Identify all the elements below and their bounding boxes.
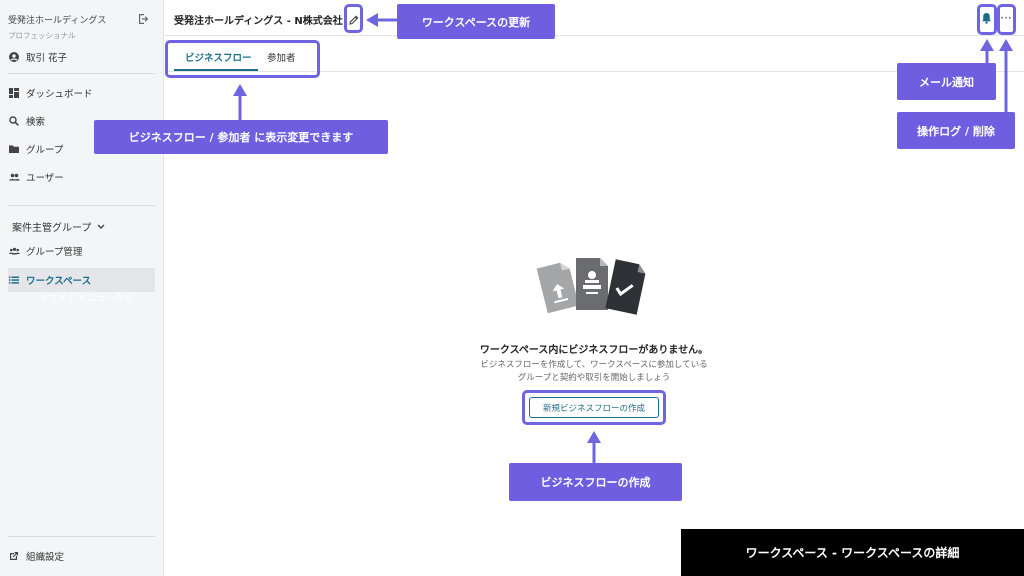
sidebar-divider	[8, 73, 155, 74]
callout-tabs: ビジネスフロー / 参加者 に表示変更できます	[94, 120, 388, 154]
highlight-create	[522, 390, 666, 425]
callout-operation-log: 操作ログ / 削除	[897, 112, 1015, 149]
sidebar-item-dashboard[interactable]: ダッシュボード	[8, 83, 93, 103]
dashboard-icon	[8, 87, 20, 99]
sidebar-item-label: ワークスペース	[26, 276, 92, 287]
sidebar-item-group-management[interactable]: グループ管理	[8, 241, 82, 261]
callout-create-flow: ビジネスフローの作成	[509, 463, 682, 501]
highlight-tabs	[165, 40, 320, 78]
sidebar-item-label: グループ管理	[26, 247, 83, 258]
sidebar-item-label: 組織設定	[26, 552, 65, 563]
user-menu[interactable]: 取引 花子	[8, 47, 67, 67]
workspace-header: 受発注ホールディングス - N株式会社 ···	[164, 0, 1024, 36]
sidebar-item-users[interactable]: ユーザー	[8, 167, 64, 187]
sidebar-item-group[interactable]: グループ	[8, 139, 63, 159]
group-selector[interactable]: 案件主管グループ	[12, 219, 105, 234]
user-circle-icon	[8, 51, 20, 63]
users-icon	[8, 171, 20, 183]
callout-workspace-update: ワークスペースの更新	[397, 4, 555, 39]
sidebar-item-workspace[interactable]: ワークスペース	[8, 270, 91, 290]
empty-state-illustration	[536, 254, 648, 316]
user-name: 取引 花子	[26, 53, 68, 64]
search-icon	[8, 115, 20, 127]
sidebar-item-org-settings[interactable]: 組織設定	[8, 546, 64, 566]
group-header: 案件主管グループ	[12, 223, 92, 234]
page-title: 受発注ホールディングス - N株式会社	[174, 16, 343, 27]
sidebar-divider	[8, 536, 155, 537]
folder-icon	[8, 143, 20, 155]
group-management-icon	[8, 245, 20, 257]
faded-instruction-text: ①サイドメニューから	[40, 293, 135, 304]
empty-state-description-line2: グループと契約や取引を開始しましょう	[517, 373, 671, 383]
list-icon	[8, 274, 20, 286]
highlight-edit	[344, 4, 363, 33]
sidebar-item-search[interactable]: 検索	[8, 111, 45, 131]
sidebar-item-label: グループ	[26, 145, 64, 156]
highlight-more	[997, 4, 1016, 35]
slide-caption: ワークスペース - ワークスペースの詳細	[681, 529, 1024, 576]
org-name: 受発注ホールディングス	[8, 16, 107, 26]
sidebar-item-label: ユーザー	[26, 173, 64, 184]
sidebar-item-label: ダッシュボード	[26, 89, 93, 100]
callout-mail-notification: メール通知	[897, 63, 996, 100]
empty-state-description-line1: ビジネスフローを作成して、ワークスペースに参加している	[480, 360, 708, 370]
sidebar-item-label: 検索	[26, 117, 46, 128]
sidebar-divider	[8, 205, 155, 206]
logout-icon[interactable]	[137, 11, 151, 25]
chevron-down-icon	[97, 224, 105, 230]
highlight-bell	[977, 4, 997, 35]
external-link-icon	[8, 550, 20, 562]
sidebar: 受発注ホールディングス プロフェッショナル 取引 花子 ダッシュボード 検索 グ…	[0, 0, 164, 576]
plan-label: プロフェッショナル	[8, 31, 76, 40]
empty-state-title: ワークスペース内にビジネスフローがありません。	[479, 345, 709, 356]
app: 受発注ホールディングス プロフェッショナル 取引 花子 ダッシュボード 検索 グ…	[0, 0, 1024, 576]
